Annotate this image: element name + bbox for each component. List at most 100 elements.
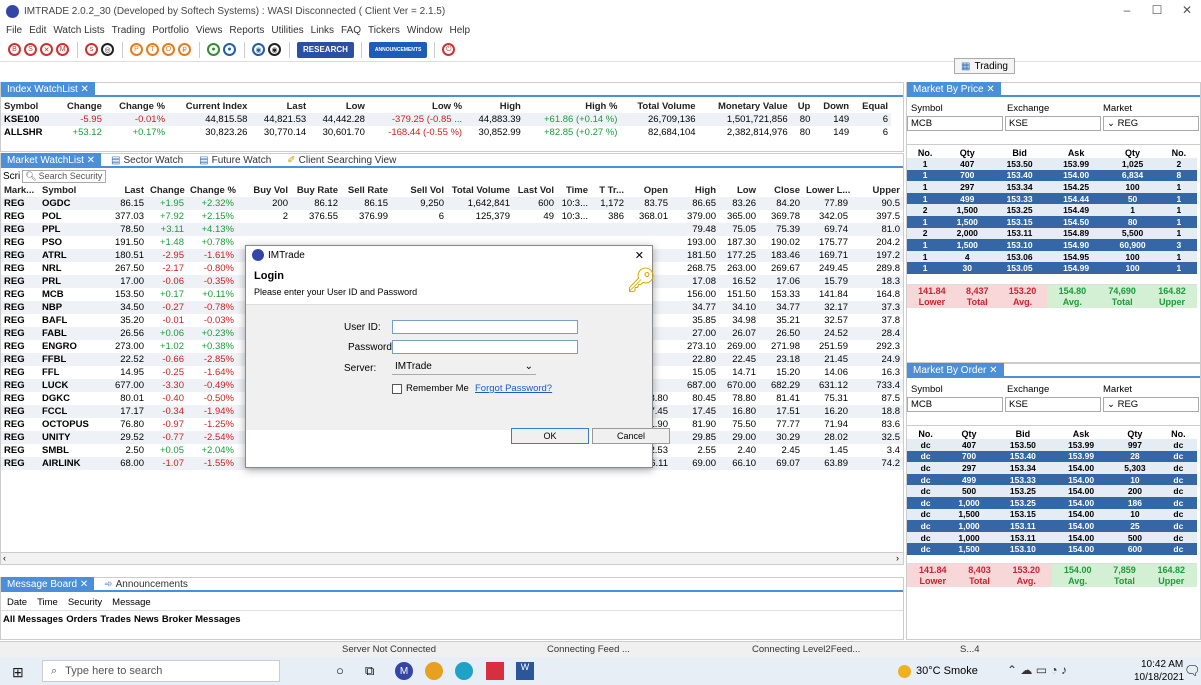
menu-reports[interactable]: Reports <box>229 25 264 36</box>
security-search[interactable]: 🔍︎ Search Security <box>22 169 107 183</box>
task-view-icon[interactable]: ⧉ <box>365 663 374 679</box>
tab-market-watchlist[interactable]: Market WatchList ✕ <box>1 153 102 167</box>
mbp-symbol-input[interactable]: MCB <box>907 116 1003 131</box>
depth-row[interactable]: dc 500 153.25 154.00 200 dc <box>907 485 1197 497</box>
cancel-button[interactable]: Cancel <box>592 428 670 444</box>
research-button[interactable]: RESEARCH <box>297 41 354 58</box>
depth-row[interactable]: 1 499 153.33 154.44 50 1 <box>907 192 1197 205</box>
weather-text[interactable]: 30°C Smoke <box>916 665 978 677</box>
forgot-password-link[interactable]: Forgot Password? <box>475 383 552 394</box>
position-icon[interactable]: ₽ <box>178 43 191 56</box>
trade-log-icon[interactable]: T <box>146 43 159 56</box>
market-depth-icon[interactable]: ● <box>223 43 236 56</box>
depth-row[interactable]: dc 1,000 153.11 154.00 500 dc <box>907 531 1197 544</box>
depth-row[interactable]: dc 700 153.40 153.99 28 dc <box>907 450 1197 463</box>
menu-file[interactable]: File <box>6 25 22 36</box>
filter-broker-messages[interactable]: Broker Messages <box>162 614 241 625</box>
imtrade-taskbar-icon[interactable]: M <box>395 662 413 680</box>
filter-trades[interactable]: Trades <box>100 614 131 625</box>
menu-portfolio[interactable]: Portfolio <box>152 25 189 36</box>
menu-window[interactable]: Window <box>407 25 443 36</box>
maximize-button[interactable]: ☐ <box>1142 3 1172 17</box>
chart-icon[interactable]: ◉ <box>252 43 265 56</box>
anydesk-icon[interactable] <box>486 662 504 680</box>
menu-faq[interactable]: FAQ <box>341 25 361 36</box>
depth-row[interactable]: dc 407 153.50 153.99 997 dc <box>907 439 1197 451</box>
remember-me-checkbox[interactable] <box>392 384 402 394</box>
cortana-icon[interactable]: ○ <box>336 663 344 678</box>
menu-help[interactable]: Help <box>449 25 470 36</box>
tab-market-by-order[interactable]: Market By Order ✕ <box>907 363 1004 377</box>
depth-row[interactable]: dc 1,500 153.10 154.00 600 dc <box>907 543 1197 555</box>
table-row[interactable]: REG OGDC 86.15 +1.95 +2.32% 200 86.12 86.15 9,25… <box>1 197 903 210</box>
mbp-market-select[interactable]: ⌄ REG <box>1103 116 1199 131</box>
depth-row[interactable]: 1 700 153.40 154.00 6,834 8 <box>907 169 1197 182</box>
tray-icons[interactable]: ⌃ ☁ ▭ ◔ ♪ <box>1007 663 1067 677</box>
dialog-close-button[interactable]: ✕ <box>635 249 644 262</box>
menu-trading[interactable]: Trading <box>112 25 146 36</box>
ok-button[interactable]: OK <box>511 428 589 444</box>
filter-all-messages[interactable]: All Messages <box>3 614 63 625</box>
market-watch-icon[interactable]: ● <box>207 43 220 56</box>
menu-utilities[interactable]: Utilities <box>271 25 303 36</box>
close-button[interactable]: ✕ <box>1172 3 1201 17</box>
tab-message-board[interactable]: Message Board ✕ <box>1 577 95 591</box>
depth-row[interactable]: 1 1,500 153.10 154.90 60,900 3 <box>907 239 1197 251</box>
chrome-icon[interactable] <box>425 662 443 680</box>
depth-row[interactable]: dc 1,500 153.15 154.00 10 dc <box>907 508 1197 521</box>
sell-order-icon[interactable]: S <box>24 43 37 56</box>
buy-order-icon[interactable]: B <box>8 43 21 56</box>
mbp-exchange-select[interactable]: KSE <box>1005 116 1101 131</box>
announcements-button[interactable]: ANNOUNCEMENTS <box>368 41 428 58</box>
depth-row[interactable]: 1 1,500 153.15 154.50 80 1 <box>907 215 1197 228</box>
depth-row[interactable]: dc 1,000 153.11 154.00 25 dc <box>907 520 1197 532</box>
orders-icon[interactable]: O <box>162 43 175 56</box>
tab-index-watchlist[interactable]: Index WatchList ✕ <box>1 82 95 96</box>
portfolio-icon[interactable]: P <box>130 43 143 56</box>
modify-order-icon[interactable]: M <box>56 43 69 56</box>
table-row[interactable]: REG PPL 78.50 +3.11 +4.13% 79.48 75.05 75.39 69.… <box>1 223 903 236</box>
menu-tickers[interactable]: Tickers <box>368 25 400 36</box>
depth-row[interactable]: 2 2,000 153.11 154.89 5,500 1 <box>907 227 1197 240</box>
cancel-order-icon[interactable]: ✕ <box>40 43 53 56</box>
short-sell-icon[interactable]: s <box>85 43 98 56</box>
word-icon[interactable]: W <box>516 662 534 680</box>
trading-perspective-button[interactable]: ▦ Trading <box>954 58 1015 74</box>
depth-row[interactable]: 2 1,500 153.25 154.49 1 1 <box>907 204 1197 216</box>
depth-row[interactable]: 1 4 153.06 154.95 100 1 <box>907 250 1197 263</box>
tab-market-by-price[interactable]: Market By Price ✕ <box>907 82 1001 96</box>
taskbar-search[interactable]: ⌕ Type here to search <box>42 660 280 682</box>
depth-row[interactable]: dc 1,000 153.25 154.00 186 dc <box>907 496 1197 509</box>
filter-news[interactable]: News <box>134 614 159 625</box>
minimize-button[interactable]: – <box>1112 3 1142 17</box>
order-log-icon[interactable]: ◎ <box>101 43 114 56</box>
horizontal-scrollbar[interactable]: ‹ › <box>1 552 903 564</box>
index-row[interactable]: KSE100 -5.95 -0.01% 44,815.58 44,821.53 44,44… <box>1 113 891 126</box>
user-id-input[interactable] <box>392 320 578 334</box>
menu-links[interactable]: Links <box>311 25 334 36</box>
mbo-exchange-select[interactable]: KSE <box>1005 397 1101 412</box>
menu-edit[interactable]: Edit <box>29 25 46 36</box>
mbo-market-select[interactable]: ⌄ REG <box>1103 397 1199 412</box>
depth-row[interactable]: dc 499 153.33 154.00 10 dc <box>907 473 1197 486</box>
server-select[interactable]: IMTrade ⌄ <box>392 360 536 375</box>
power-icon[interactable]: ⏻ <box>442 43 456 56</box>
tab-sector-watch[interactable]: ▤ Sector Watch <box>105 155 189 166</box>
tab-future-watch[interactable]: ▤ Future Watch <box>193 155 277 166</box>
depth-row[interactable]: 1 30 153.05 154.99 100 1 <box>907 262 1197 274</box>
mbo-symbol-input[interactable]: MCB <box>907 397 1003 412</box>
filter-orders[interactable]: Orders <box>66 614 97 625</box>
notification-icon[interactable]: 🗨︎ <box>1184 663 1201 679</box>
tab-client-searching-view[interactable]: ✐ Client Searching View <box>281 155 402 166</box>
depth-row[interactable]: 1 407 153.50 153.99 1,025 2 <box>907 158 1197 170</box>
tab-announcements[interactable]: ➾ Announcements <box>98 579 194 590</box>
depth-row[interactable]: dc 297 153.34 154.00 5,303 dc <box>907 462 1197 474</box>
settings-icon[interactable]: ◉ <box>268 43 281 56</box>
index-row[interactable]: ALLSHR +53.12 +0.17% 30,823.26 30,770.14 30,6… <box>1 126 891 139</box>
table-row[interactable]: REG POL 377.03 +7.92 +2.15% 2 376.55 376.99 6 125… <box>1 210 903 223</box>
edge-icon[interactable] <box>455 662 473 680</box>
windows-start-icon[interactable]: ⊞ <box>12 664 24 681</box>
menu-views[interactable]: Views <box>196 25 223 36</box>
password-input[interactable] <box>392 340 578 354</box>
menu-watch-lists[interactable]: Watch Lists <box>53 25 104 36</box>
